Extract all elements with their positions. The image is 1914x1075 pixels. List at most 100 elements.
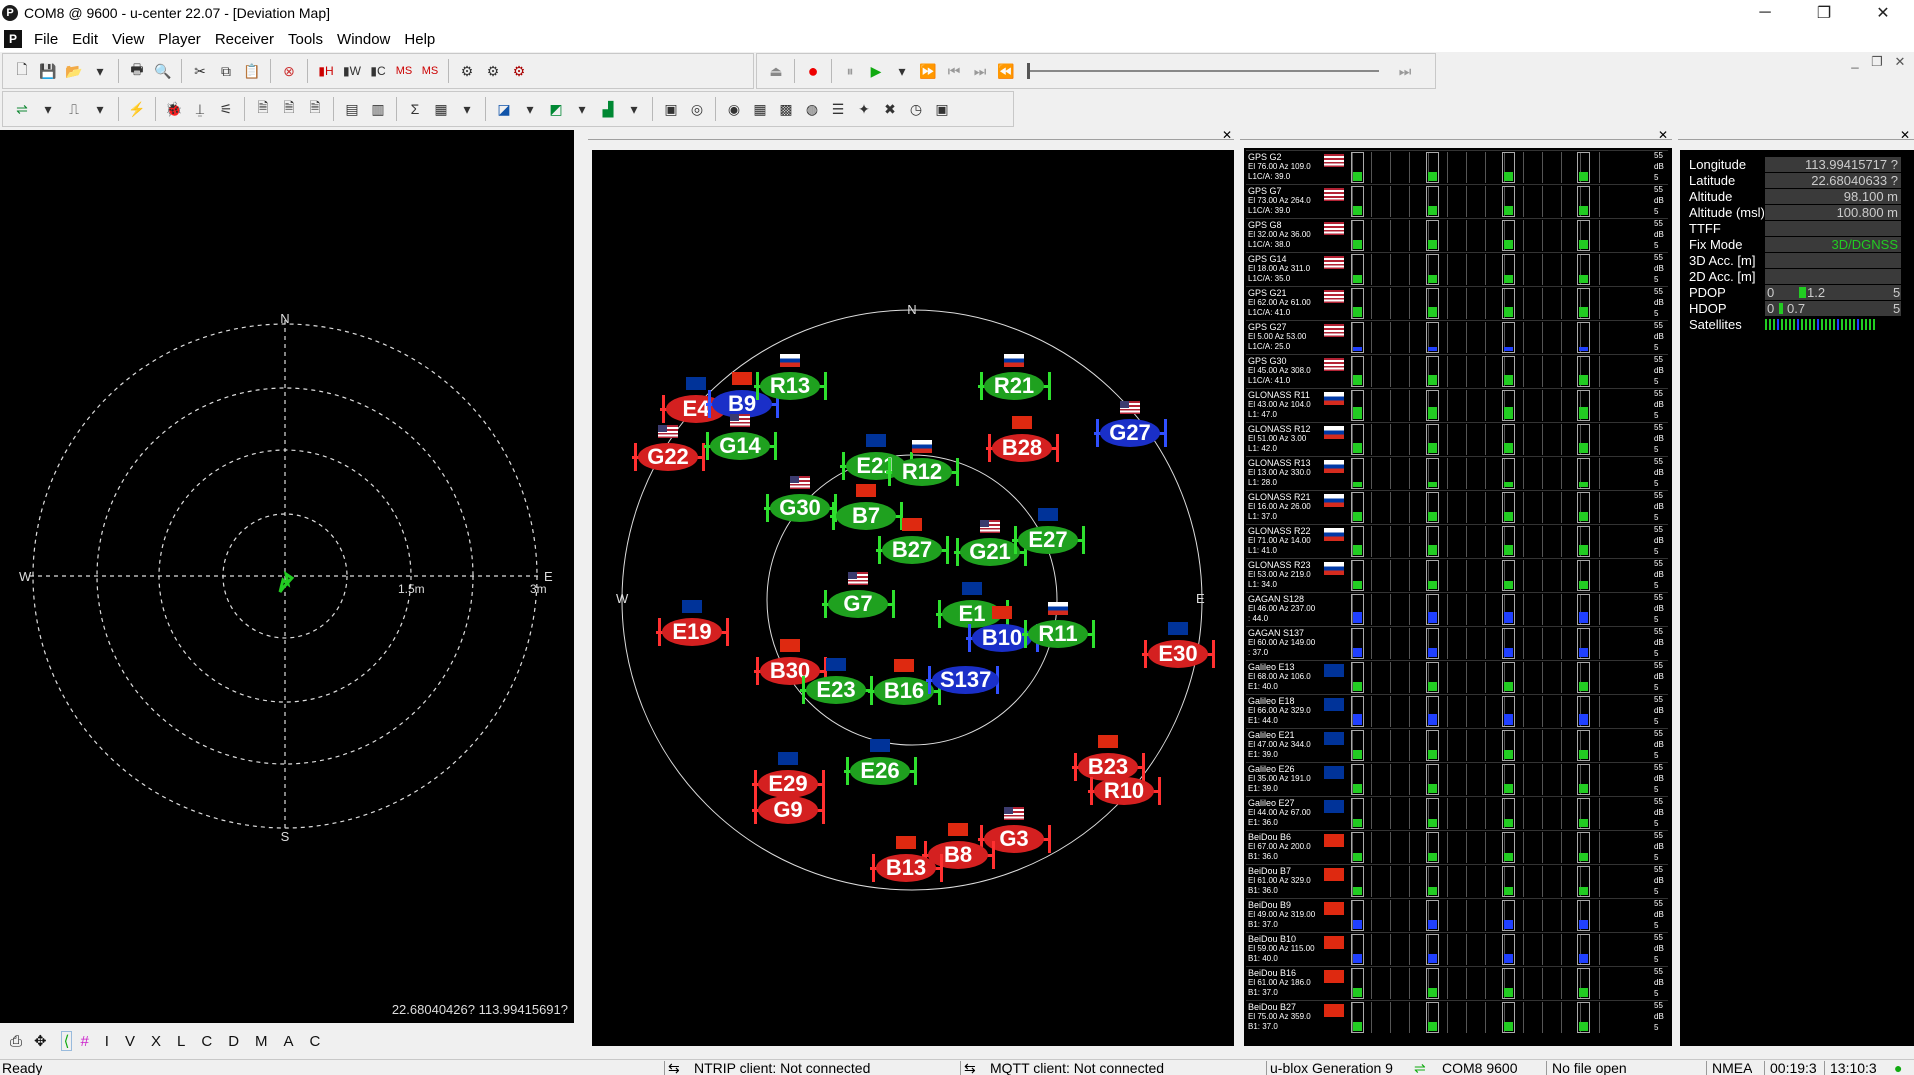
signal-row[interactable]: GAGAN S137 El 60.00 Az 149.00: 37.0 55 dB 5 (1246, 626, 1668, 660)
eject-icon[interactable]: ⏏ (766, 61, 786, 81)
paste-icon[interactable]: 📋 (242, 61, 262, 81)
msg-icon[interactable]: 🗎 (253, 99, 273, 119)
tool-c2[interactable]: C (310, 1033, 321, 1050)
signal-row[interactable]: Galileo E18 El 66.00 Az 329.0 E1: 44.0 55 dB… (1246, 694, 1668, 728)
menu-player[interactable]: Player (158, 31, 201, 48)
tool-l[interactable]: L (177, 1033, 185, 1050)
cut-icon[interactable]: ✂ (190, 61, 210, 81)
slider-thumb[interactable] (1027, 63, 1030, 79)
tool-m[interactable]: M (255, 1033, 268, 1050)
signal-row[interactable]: GPS G7 El 73.00 Az 264.0 L1C/A: 39.0 55 dB 5 (1246, 184, 1668, 218)
msg2-icon[interactable]: 🗎 (279, 99, 299, 119)
step-back-icon[interactable]: ⏮ (944, 61, 964, 81)
satellite-B27[interactable]: B27 (882, 536, 942, 564)
menu-view[interactable]: View (112, 31, 144, 48)
signal-row[interactable]: BeiDou B6 El 67.00 Az 200.0 B1: 36.0 55 dB 5 (1246, 830, 1668, 864)
satellite-B10[interactable]: B10 (972, 624, 1032, 652)
document-icon[interactable]: P (4, 30, 22, 48)
signal-row[interactable]: GPS G14 El 18.00 Az 311.0 L1C/A: 35.0 55 dB 5 (1246, 252, 1668, 286)
gear3-icon[interactable]: ⚙ (509, 61, 529, 81)
export-icon[interactable]: ⎙ (10, 1033, 22, 1050)
dropdown-icon[interactable]: ▾ (572, 99, 592, 119)
satellite-G9[interactable]: G9 (758, 796, 818, 824)
grid-toggle-icon[interactable]: # (80, 1033, 88, 1050)
satellite-B28[interactable]: B28 (992, 434, 1052, 462)
stop-icon[interactable]: ⊗ (279, 61, 299, 81)
histogram-icon[interactable]: ▟ (598, 99, 618, 119)
satellite-E19[interactable]: E19 (662, 618, 722, 646)
satellite-G22[interactable]: G22 (638, 443, 698, 471)
menu-edit[interactable]: Edit (72, 31, 98, 48)
mdi-minimize-button[interactable]: _ (1845, 54, 1865, 69)
signal-row[interactable]: GPS G30 El 45.00 Az 308.0 L1C/A: 41.0 55 dB 5 (1246, 354, 1668, 388)
compass-view-icon[interactable]: ◉ (724, 99, 744, 119)
pause-icon[interactable]: ⏸ (840, 61, 860, 81)
satellite-E26[interactable]: E26 (850, 757, 910, 785)
print-icon[interactable]: 🖶 (127, 61, 147, 81)
satellite-E29[interactable]: E29 (758, 770, 818, 798)
tool-x[interactable]: X (151, 1033, 161, 1050)
menu-window[interactable]: Window (337, 31, 390, 48)
signal-row[interactable]: GLONASS R11 El 43.00 Az 104.0 L1: 47.0 55 dB… (1246, 388, 1668, 422)
satellite-G7[interactable]: G7 (828, 590, 888, 618)
rewind-icon[interactable]: ⏪ (996, 61, 1016, 81)
status-ntrip[interactable]: NTRIP client: Not connected (694, 1061, 870, 1075)
sat-view-icon[interactable]: ✦ (854, 99, 874, 119)
signal-row[interactable]: Galileo E27 El 44.00 Az 67.00 E1: 36.0 55 dB… (1246, 796, 1668, 830)
satellite-R11[interactable]: R11 (1028, 620, 1088, 648)
dropdown-icon[interactable]: ▾ (520, 99, 540, 119)
satellite-B7[interactable]: B7 (836, 502, 896, 530)
trace-icon[interactable]: ⟨ (60, 1031, 73, 1051)
splitter[interactable] (574, 130, 582, 1059)
signal-row[interactable]: GLONASS R13 El 13.00 Az 330.0 L1: 28.0 55 dB… (1246, 456, 1668, 490)
signal-view-close-button[interactable]: ✕ (1658, 129, 1668, 141)
copy-icon[interactable]: ⧉ (216, 61, 236, 81)
menu-file[interactable]: File (34, 31, 58, 48)
satellite-E23[interactable]: E23 (806, 676, 866, 704)
grid-icon[interactable]: ▦ (431, 99, 451, 119)
satellite-G30[interactable]: G30 (770, 494, 830, 522)
dropdown-icon[interactable]: ▾ (38, 99, 58, 119)
play-dropdown-icon[interactable]: ▾ (892, 61, 912, 81)
bug-icon[interactable]: 🐞 (164, 99, 184, 119)
satellite-G14[interactable]: G14 (710, 432, 770, 460)
satellite-S137[interactable]: S137 (932, 666, 1000, 694)
print-preview-icon[interactable]: 🔍 (153, 61, 173, 81)
baud-icon[interactable]: ⎍ (64, 99, 84, 119)
tool-i[interactable]: I (105, 1033, 109, 1050)
new-icon[interactable]: 🗋 (12, 61, 32, 81)
signal-row[interactable]: BeiDou B9 El 49.00 Az 319.00 B1: 37.0 55 dB 5 (1246, 898, 1668, 932)
table-icon[interactable]: ▤ (342, 99, 362, 119)
fast-forward-icon[interactable]: ⏩ (918, 61, 938, 81)
status-port[interactable]: COM8 9600 (1442, 1061, 1517, 1075)
satellite-B16[interactable]: B16 (874, 677, 934, 705)
list-view-icon[interactable]: ☰ (828, 99, 848, 119)
signal-row[interactable]: BeiDou B27 El 75.00 Az 359.0 B1: 37.0 55 dB 5 (1246, 1000, 1668, 1034)
connect-icon[interactable]: ⇌ (12, 99, 32, 119)
save-icon[interactable]: 💾 (38, 61, 58, 81)
data-view-close-button[interactable]: ✕ (1900, 129, 1910, 141)
sky-view-icon[interactable]: ◍ (802, 99, 822, 119)
signal-view-icon[interactable]: ▦ (750, 99, 770, 119)
menu-receiver[interactable]: Receiver (215, 31, 274, 48)
globe-icon[interactable]: ◎ (687, 99, 707, 119)
playback-slider[interactable] (1027, 61, 1379, 81)
play-icon[interactable]: ▶ (866, 61, 886, 81)
to-end-icon[interactable]: ⏭ (1395, 61, 1415, 81)
chart-icon[interactable]: ◩ (546, 99, 566, 119)
signal-row[interactable]: BeiDou B7 El 61.00 Az 329.0 B1: 36.0 55 dB 5 (1246, 864, 1668, 898)
deviation-map[interactable]: N S W E 1.5m 3m 22.68040426? 113.9941569… (0, 130, 574, 1023)
signal-row[interactable]: GPS G8 El 32.00 Az 36.00 L1C/A: 38.0 55 dB 5 (1246, 218, 1668, 252)
gear-icon[interactable]: ⚙ (457, 61, 477, 81)
signal-row[interactable]: Galileo E21 El 47.00 Az 344.0 E1: 39.0 55 dB… (1246, 728, 1668, 762)
close-button[interactable]: ✕ (1854, 0, 1912, 26)
tool-v[interactable]: V (125, 1033, 135, 1050)
mdi-close-button[interactable]: ✕ (1890, 54, 1910, 70)
signal-row[interactable]: GLONASS R22 El 71.00 Az 14.00 L1: 41.0 55 dB… (1246, 524, 1668, 558)
satellite-R21[interactable]: R21 (984, 372, 1044, 400)
msg3-icon[interactable]: 🗎 (305, 99, 325, 119)
menu-help[interactable]: Help (404, 31, 435, 48)
dropdown-icon[interactable]: ▾ (624, 99, 644, 119)
satellite-G21[interactable]: G21 (960, 538, 1020, 566)
dropdown-icon[interactable]: ▾ (90, 61, 110, 81)
